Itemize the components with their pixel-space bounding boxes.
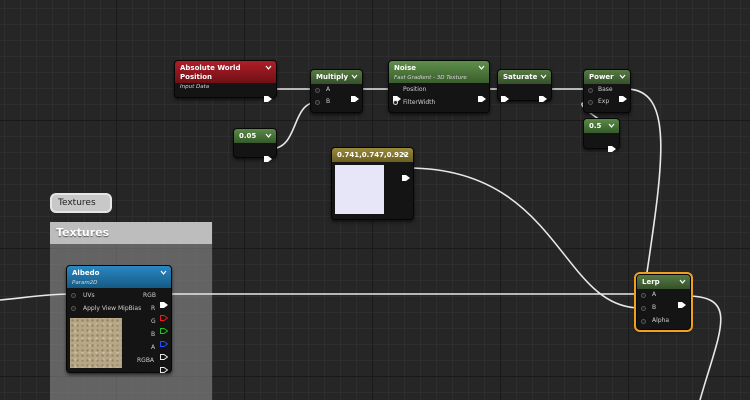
pin-label-g: G — [151, 318, 156, 325]
node-header: Multiply — [311, 70, 362, 84]
node-absolute-world-position[interactable]: Absolute World Position Input Data — [174, 60, 277, 102]
output-pin-rgb[interactable] — [160, 293, 168, 308]
chevron-down-icon[interactable] — [478, 64, 485, 71]
node-constant-0-5[interactable]: 0.5 — [583, 118, 620, 152]
chevron-down-icon[interactable] — [619, 73, 626, 80]
output-pin-rgba[interactable] — [160, 358, 169, 373]
node-title: Saturate — [503, 73, 538, 81]
input-pin-mipbias[interactable] — [71, 306, 76, 311]
node-header: Lerp — [637, 275, 690, 289]
graph-canvas[interactable]: Textures Textures Absolute World Positio… — [0, 0, 750, 400]
node-albedo[interactable]: Albedo Param2D UVs Apply View MipBias RG… — [66, 265, 172, 373]
pin-label-b: B — [151, 331, 156, 338]
output-pin[interactable] — [619, 87, 627, 102]
comment-bubble-label: Textures — [58, 198, 96, 208]
pin-label-a: A — [652, 291, 657, 298]
node-title: Absolute World Position — [180, 64, 241, 81]
output-pin-a[interactable] — [160, 345, 169, 360]
chevron-down-icon[interactable] — [608, 122, 615, 129]
output-pin-b[interactable] — [160, 332, 169, 347]
node-title: Multiply — [316, 73, 349, 81]
pin-label-a: A — [151, 344, 156, 351]
input-pin[interactable] — [501, 87, 509, 102]
input-pin-a[interactable] — [641, 293, 646, 298]
node-noise[interactable]: Noise Fast Gradient - 3D Texture Positio… — [388, 60, 490, 113]
pin-label-b: B — [326, 98, 331, 105]
node-header: 0.741,0.747,0.922 — [332, 148, 413, 162]
node-saturate[interactable]: Saturate — [497, 69, 552, 102]
pin-label-b: B — [652, 304, 657, 311]
output-pin[interactable] — [351, 87, 359, 102]
node-title: 0.5 — [589, 122, 602, 130]
node-title: 0.05 — [239, 132, 257, 140]
pin-label-a: A — [326, 86, 331, 93]
node-title: Noise — [394, 64, 416, 72]
pin-label-position: Position — [403, 86, 427, 93]
output-pin[interactable] — [264, 147, 272, 162]
pin-label-base: Base — [598, 86, 613, 93]
output-pin[interactable] — [402, 166, 410, 181]
input-pin-position[interactable] — [393, 87, 401, 102]
output-pin[interactable] — [608, 137, 616, 152]
output-pin[interactable] — [478, 87, 486, 102]
chevron-down-icon[interactable] — [265, 64, 272, 71]
node-header: 0.05 — [234, 129, 276, 143]
pin-label-filterwidth: FilterWidth — [403, 99, 436, 106]
node-subtitle: Param2D — [72, 280, 98, 286]
chevron-down-icon[interactable] — [265, 132, 272, 139]
wire-color-to-lerp-b — [407, 167, 641, 309]
chevron-down-icon[interactable] — [540, 73, 547, 80]
node-header: Saturate — [498, 70, 551, 84]
pin-label-uvs: UVs — [83, 292, 95, 299]
pin-label-mipbias: Apply View MipBias — [83, 305, 142, 312]
input-pin-b[interactable] — [315, 100, 320, 105]
node-constant-0-05[interactable]: 0.05 — [233, 128, 277, 162]
node-subtitle: Fast Gradient - 3D Texture — [394, 75, 467, 81]
node-header: Noise Fast Gradient - 3D Texture — [389, 61, 489, 83]
pin-label-rgba: RGBA — [137, 357, 155, 364]
input-pin-b[interactable] — [641, 306, 646, 311]
comment-title[interactable]: Textures — [50, 222, 212, 244]
node-header: Albedo Param2D — [67, 266, 171, 288]
input-pin-a[interactable] — [315, 88, 320, 93]
node-vector-color[interactable]: 0.741,0.747,0.922 — [331, 147, 414, 220]
node-power[interactable]: Power Base Exp — [583, 69, 631, 113]
input-pin-exp[interactable] — [588, 100, 593, 105]
node-title: Power — [589, 73, 614, 81]
output-pin-r[interactable] — [160, 306, 169, 321]
chevron-down-icon[interactable] — [160, 269, 167, 276]
pin-label-exp: Exp — [598, 98, 610, 105]
pin-label-alpha: Alpha — [652, 317, 670, 324]
input-pin-filterwidth[interactable] — [393, 100, 398, 105]
output-pin-g[interactable] — [160, 319, 169, 334]
node-multiply[interactable]: Multiply A B — [310, 69, 363, 113]
texture-preview-thumbnail — [70, 318, 122, 368]
node-title: Lerp — [642, 278, 660, 286]
node-subtitle: Input Data — [180, 84, 210, 90]
color-preview-swatch — [335, 165, 384, 214]
output-pin[interactable] — [264, 87, 272, 102]
node-header: Power — [584, 70, 630, 84]
node-header: 0.5 — [584, 119, 619, 133]
pin-label-rgb: RGB — [143, 292, 156, 299]
node-title: 0.741,0.747,0.922 — [337, 151, 409, 159]
node-lerp[interactable]: Lerp A B Alpha — [634, 272, 693, 332]
chevron-down-icon[interactable] — [402, 151, 409, 158]
pin-label-r: R — [151, 305, 156, 312]
comment-bubble[interactable]: Textures — [50, 193, 112, 213]
node-header: Absolute World Position Input Data — [175, 61, 276, 90]
input-pin-base[interactable] — [588, 88, 593, 93]
input-pin-uvs[interactable] — [71, 293, 76, 298]
chevron-down-icon[interactable] — [351, 73, 358, 80]
output-pin[interactable] — [539, 87, 547, 102]
input-pin-alpha[interactable] — [641, 319, 646, 324]
chevron-down-icon[interactable] — [679, 278, 686, 285]
wire-lerp-out — [685, 295, 722, 400]
node-title: Albedo — [72, 269, 100, 277]
output-pin[interactable] — [678, 293, 686, 308]
